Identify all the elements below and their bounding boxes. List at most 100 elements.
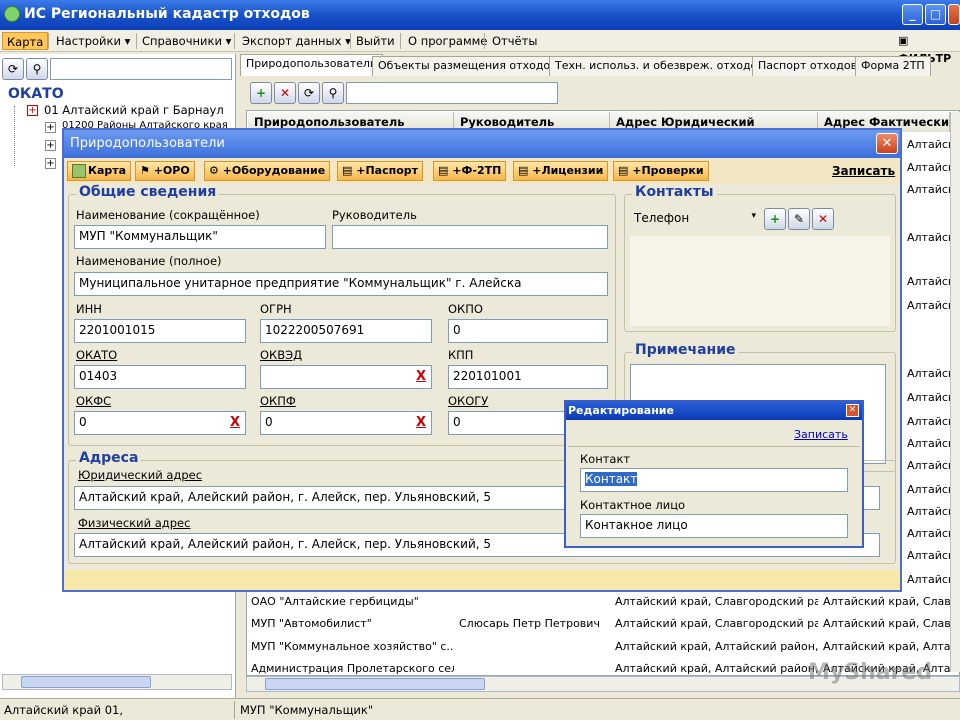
contact-person-field[interactable]: Контакное лицо	[580, 514, 848, 538]
table-cell[interactable]: Алтайский край, Рубцов	[904, 524, 950, 546]
inn-field[interactable]: 2201001015	[74, 319, 246, 343]
okato-field[interactable]: 01403	[74, 365, 246, 389]
edit-dialog-titlebar: Редактирование ✕	[566, 402, 862, 420]
maximize-button[interactable]: □	[925, 4, 946, 25]
clear-okfs-icon[interactable]: X	[230, 415, 240, 430]
add-icon[interactable]: +	[250, 82, 272, 104]
expand-icon[interactable]: +	[45, 158, 56, 169]
add-licenses-button[interactable]: ▤ +Лицензии	[513, 161, 609, 181]
table-cell[interactable]: Алтайский край, Славго	[904, 570, 950, 592]
table-cell[interactable]: Алтайский край, г. Бийс	[904, 364, 950, 386]
okpo-field[interactable]: 0	[448, 319, 608, 343]
table-cell[interactable]: Алтайский край,	[904, 180, 950, 202]
table-cell[interactable]: Алтайский край,	[904, 158, 950, 180]
menu-exit[interactable]: Выйти	[352, 32, 399, 50]
table-cell[interactable]: Алтайский край, Славгородский ра...	[612, 592, 818, 614]
expand-icon[interactable]: +	[45, 122, 56, 133]
minimize-button[interactable]: _	[902, 4, 923, 25]
ogrn-field[interactable]: 1022200507691	[260, 319, 432, 343]
okfs-field[interactable]: 0	[74, 411, 246, 435]
search-icon[interactable]: ⚲	[322, 82, 344, 104]
table-cell[interactable]: МУП "Коммунальное хозяйство" с....	[248, 637, 454, 659]
okfs-label[interactable]: ОКФС	[76, 394, 111, 408]
close-icon[interactable]: ✕	[846, 404, 859, 417]
tree-horizontal-scrollbar[interactable]	[2, 674, 232, 690]
vertical-scrollbar[interactable]	[950, 112, 960, 672]
table-cell[interactable]: Алтайский край, Камено	[904, 456, 950, 478]
contact-type-select[interactable]: Телефон ▾	[630, 208, 760, 230]
clear-okved-icon[interactable]: X	[416, 369, 426, 384]
okogu-label[interactable]: ОКОГУ	[448, 394, 488, 408]
tab-form-2tp[interactable]: Форма 2ТП	[855, 56, 931, 76]
delete-icon[interactable]: ✕	[274, 82, 296, 104]
map-button[interactable]: Карта	[67, 161, 132, 181]
table-cell[interactable]: Алтайский край, г. Зари	[904, 412, 950, 434]
add-passport-button[interactable]: ▤ +Паспорт	[337, 161, 424, 181]
expand-icon[interactable]: +	[45, 140, 56, 151]
contacts-list[interactable]	[630, 236, 890, 326]
table-cell[interactable]: Алтайский край, Алтай	[820, 637, 950, 659]
delete-icon[interactable]: ✕	[812, 208, 834, 230]
table-cell[interactable]: Алтайский край, Змеино	[904, 434, 950, 456]
table-cell[interactable]: Алтайский край, Славгородский ра...	[612, 614, 818, 636]
table-cell[interactable]: Алтайский край, г. Барн	[904, 228, 950, 250]
contact-field[interactable]: Контакт	[580, 468, 848, 492]
table-cell[interactable]: Алтайский край, Славго	[820, 592, 950, 614]
table-cell[interactable]: Алтайский край, Рубцов	[904, 502, 950, 524]
menu-export[interactable]: Экспорт данных ▾	[238, 32, 355, 50]
refresh-icon[interactable]: ⟳	[298, 82, 320, 104]
tab-tech-usage[interactable]: Техн. использ. и обезвреж. отходов	[549, 56, 770, 76]
menu-reports[interactable]: Отчёты	[488, 32, 541, 50]
table-cell[interactable]: Алтайский край, Алтайский район, ...	[612, 637, 818, 659]
close-icon[interactable]: ✕	[876, 133, 898, 154]
tab-users[interactable]: Природопользователи	[240, 54, 384, 76]
add-icon[interactable]: +	[764, 208, 786, 230]
table-cell[interactable]: Алтайский край, Первом	[904, 480, 950, 502]
short-name-field[interactable]: МУП "Коммунальщик"	[74, 225, 326, 249]
tab-placement-objects[interactable]: Объекты размещения отходов	[372, 56, 563, 76]
head-field[interactable]	[332, 225, 608, 249]
okpf-label[interactable]: ОКПФ	[260, 394, 296, 408]
table-cell[interactable]: Алтайский край, Алейск	[904, 135, 950, 157]
refresh-icon[interactable]: ⟳	[2, 58, 24, 80]
save-link[interactable]: Записать	[794, 428, 848, 441]
table-cell[interactable]: Алтайский край, Славго	[820, 614, 950, 636]
tree-search-input[interactable]	[50, 58, 232, 80]
okogu-field[interactable]: 0	[448, 411, 568, 435]
table-cell[interactable]: Алтайский край, г. Барн	[904, 296, 950, 318]
table-cell[interactable]: Алтайский край, Славго	[904, 546, 950, 568]
kpp-field[interactable]: 220101001	[448, 365, 608, 389]
table-cell[interactable]: МУП "Автомобилист"	[248, 614, 454, 636]
grid-search-input[interactable]	[346, 82, 558, 104]
legal-address-label[interactable]: Юридический адрес	[78, 468, 202, 482]
close-button[interactable]	[948, 4, 960, 25]
table-cell[interactable]: Алтайский край,	[904, 272, 950, 294]
clear-okpf-icon[interactable]: X	[416, 415, 426, 430]
add-f2tp-button[interactable]: ▤ +Ф-2ТП	[433, 161, 507, 181]
actual-address-label[interactable]: Физический адрес	[78, 516, 190, 530]
okato-label[interactable]: ОКАТО	[76, 348, 117, 362]
okpf-field[interactable]: 0	[260, 411, 432, 435]
okved-label[interactable]: ОКВЭД	[260, 348, 302, 362]
table-cell[interactable]: Слюсарь Петр Петрович	[456, 614, 610, 636]
menu-map[interactable]: Карта	[2, 32, 49, 50]
menu-settings[interactable]: Настройки ▾	[52, 32, 134, 50]
search-icon[interactable]: ⚲	[26, 58, 48, 80]
menu-references[interactable]: Справочники ▾	[138, 32, 235, 50]
add-equipment-button[interactable]: ⚙ +Оборудование	[204, 161, 331, 181]
tab-waste-passport[interactable]: Паспорт отходов	[752, 56, 864, 76]
table-cell[interactable]: Алтайский край,	[904, 388, 950, 410]
edit-icon[interactable]: ✎	[788, 208, 810, 230]
statusbar: Алтайский край 01, МУП "Коммунальщик"	[0, 698, 960, 720]
full-name-field[interactable]: Муниципальное унитарное предприятие "Ком…	[74, 272, 608, 296]
expand-icon[interactable]: +	[27, 105, 38, 116]
tree-node-barnaul[interactable]: 01 Алтайский край г Барнаул	[44, 103, 224, 117]
filter-button[interactable]: ▣ ФИЛЬТР	[894, 32, 960, 65]
add-oro-button[interactable]: ⚑ +ОРО	[135, 161, 195, 181]
table-cell[interactable]: ОАО "Алтайские гербициды"	[248, 592, 454, 614]
tree-root[interactable]: ОКАТО	[8, 86, 64, 102]
menu-about[interactable]: О программе	[404, 32, 491, 50]
okved-field[interactable]	[260, 365, 432, 389]
save-link[interactable]: Записать	[832, 164, 895, 178]
add-inspections-button[interactable]: ▤ +Проверки	[613, 161, 709, 181]
